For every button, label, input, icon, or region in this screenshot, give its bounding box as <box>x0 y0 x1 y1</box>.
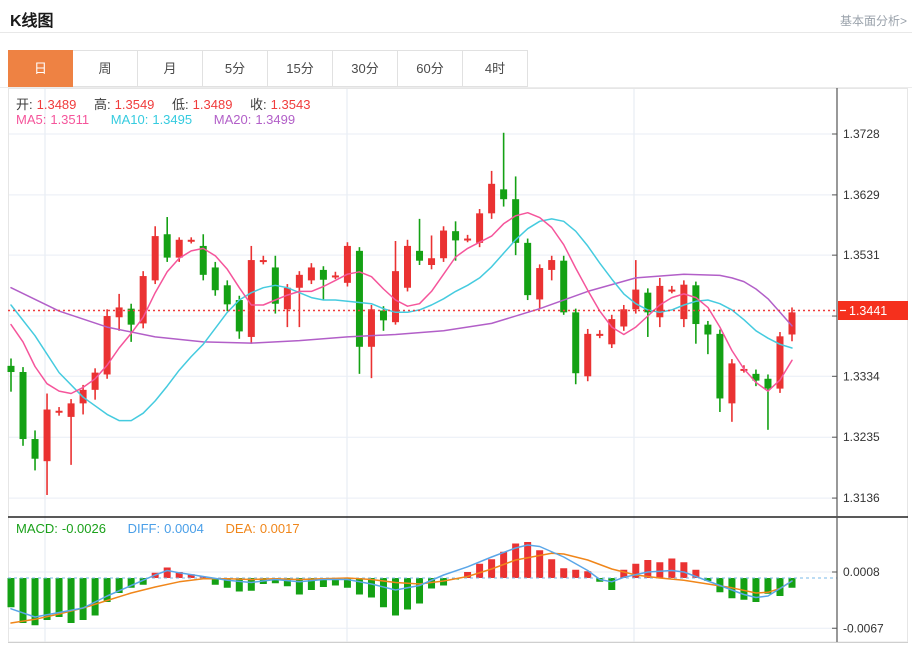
ma20-value: 1.3499 <box>255 112 295 127</box>
price-axis-label: 1.3334 <box>843 369 880 383</box>
macd-legend: MACD: -0.0026 DIFF:0.0004 DEA: 0.0017 <box>16 521 304 536</box>
ma20-label: MA20: <box>214 112 252 127</box>
close-label: 收: <box>250 97 267 112</box>
price-axis-label: 1.3235 <box>843 430 880 444</box>
dea-label: DEA: <box>226 521 256 536</box>
ma10-value: 1.3495 <box>152 112 192 127</box>
price-axis-label: 1.3531 <box>843 248 880 262</box>
high-value: 1.3549 <box>115 97 155 112</box>
low-value: 1.3489 <box>193 97 233 112</box>
dea-value: 0.0017 <box>260 521 300 536</box>
low-label: 低: <box>172 97 189 112</box>
tab-5min[interactable]: 5分 <box>203 50 268 87</box>
macd-axis-label: -0.0067 <box>843 621 884 635</box>
tab-month[interactable]: 月 <box>138 50 203 87</box>
price-axis-label: 1.3728 <box>843 127 880 141</box>
macd-label: MACD: <box>16 521 58 536</box>
fundamental-analysis-link[interactable]: 基本面分析> <box>840 12 907 29</box>
interval-tab-bar: 日周月5分15分30分60分4时 <box>8 50 528 87</box>
open-value: 1.3489 <box>37 97 77 112</box>
high-label: 高: <box>94 97 111 112</box>
ma5-label: MA5: <box>16 112 46 127</box>
page-title: K线图 <box>10 7 54 31</box>
close-value: 1.3543 <box>271 97 311 112</box>
macd-axis-label: 0.0008 <box>843 565 880 579</box>
tab-day[interactable]: 日 <box>8 50 73 87</box>
open-label: 开: <box>16 97 33 112</box>
current-price-label: 1.3441 <box>849 304 887 318</box>
macd-value: -0.0026 <box>62 521 106 536</box>
diff-label: DIFF: <box>128 521 161 536</box>
ma5-value: 1.3511 <box>50 112 89 127</box>
ma-legend: MA5: 1.3511 MA10:1.3495 MA20:1.3499 <box>16 112 299 127</box>
chart-plot-area[interactable] <box>8 88 837 643</box>
price-axis-label: 1.3136 <box>843 491 880 505</box>
tab-week[interactable]: 周 <box>73 50 138 87</box>
diff-value: 0.0004 <box>164 521 204 536</box>
kline-chart-svg: 1.37281.36291.35311.34321.33341.32351.31… <box>0 88 912 645</box>
ohlc-legend: 开: 1.3489 高: 1.3549 低: 1.3489 收: 1.3543 <box>16 94 324 113</box>
tab-30min[interactable]: 30分 <box>333 50 398 87</box>
tab-60min[interactable]: 60分 <box>398 50 463 87</box>
page-header: K线图 基本面分析> <box>0 0 912 33</box>
ma10-label: MA10: <box>111 112 149 127</box>
kline-page: K线图 基本面分析> 日周月5分15分30分60分4时 1.3728 1.3629… <box>0 0 912 645</box>
tab-4hour[interactable]: 4时 <box>463 50 528 87</box>
price-axis-label: 1.3629 <box>843 188 880 202</box>
tab-15min[interactable]: 15分 <box>268 50 333 87</box>
